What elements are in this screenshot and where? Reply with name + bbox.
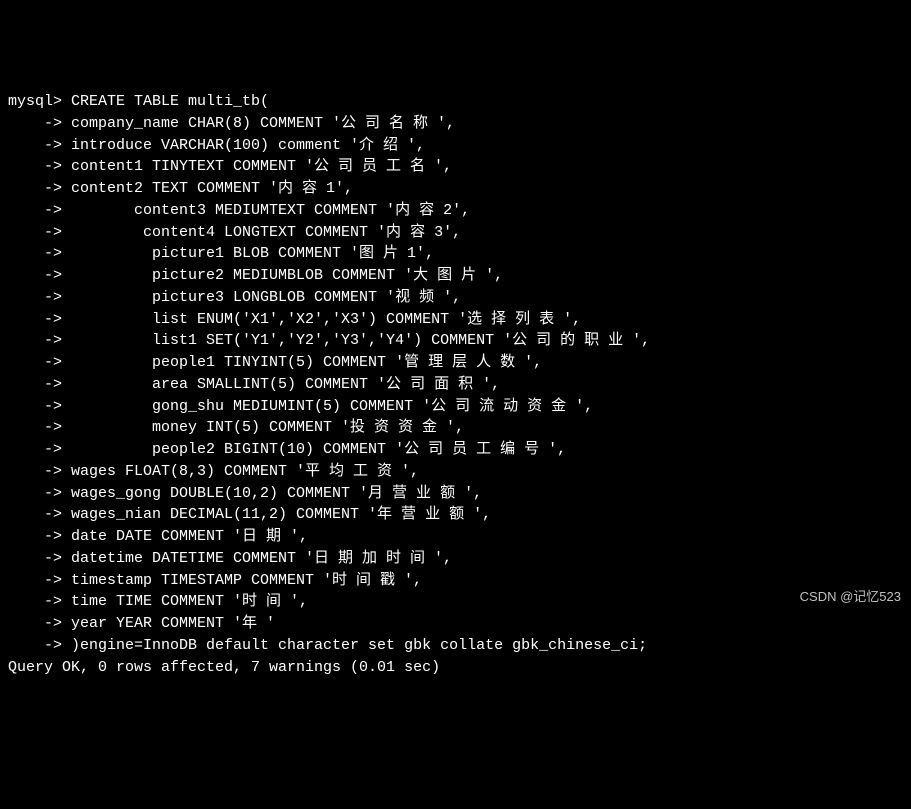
terminal-line: -> content4 LONGTEXT COMMENT '内 容 3', — [8, 222, 903, 244]
terminal-line: -> datetime DATETIME COMMENT '日 期 加 时 间 … — [8, 548, 903, 570]
terminal-line: -> picture3 LONGBLOB COMMENT '视 频 ', — [8, 287, 903, 309]
terminal-line: -> gong_shu MEDIUMINT(5) COMMENT '公 司 流 … — [8, 396, 903, 418]
terminal-line: -> content1 TINYTEXT COMMENT '公 司 员 工 名 … — [8, 156, 903, 178]
terminal-line: -> wages_gong DOUBLE(10,2) COMMENT '月 营 … — [8, 483, 903, 505]
terminal-line: -> year YEAR COMMENT '年 ' — [8, 613, 903, 635]
terminal-line: -> wages FLOAT(8,3) COMMENT '平 均 工 资 ', — [8, 461, 903, 483]
terminal-line: -> )engine=InnoDB default character set … — [8, 635, 903, 657]
watermark-text: CSDN @记忆523 — [800, 588, 901, 607]
terminal-line: -> timestamp TIMESTAMP COMMENT '时 间 戳 ', — [8, 570, 903, 592]
terminal-line: -> people1 TINYINT(5) COMMENT '管 理 层 人 数… — [8, 352, 903, 374]
terminal-output: mysql> CREATE TABLE multi_tb( -> company… — [8, 91, 903, 678]
terminal-line: -> time TIME COMMENT '时 间 ', — [8, 591, 903, 613]
terminal-line: -> picture2 MEDIUMBLOB COMMENT '大 图 片 ', — [8, 265, 903, 287]
terminal-line: -> list ENUM('X1','X2','X3') COMMENT '选 … — [8, 309, 903, 331]
terminal-line: -> picture1 BLOB COMMENT '图 片 1', — [8, 243, 903, 265]
terminal-line: -> date DATE COMMENT '日 期 ', — [8, 526, 903, 548]
terminal-line: -> content3 MEDIUMTEXT COMMENT '内 容 2', — [8, 200, 903, 222]
terminal-line: -> company_name CHAR(8) COMMENT '公 司 名 称… — [8, 113, 903, 135]
terminal-line: -> area SMALLINT(5) COMMENT '公 司 面 积 ', — [8, 374, 903, 396]
terminal-line: mysql> CREATE TABLE multi_tb( — [8, 91, 903, 113]
terminal-line: -> list1 SET('Y1','Y2','Y3','Y4') COMMEN… — [8, 330, 903, 352]
terminal-line: -> content2 TEXT COMMENT '内 容 1', — [8, 178, 903, 200]
query-result: Query OK, 0 rows affected, 7 warnings (0… — [8, 657, 903, 679]
terminal-line: -> introduce VARCHAR(100) comment '介 绍 '… — [8, 135, 903, 157]
terminal-line: -> wages_nian DECIMAL(11,2) COMMENT '年 营… — [8, 504, 903, 526]
terminal-line: -> people2 BIGINT(10) COMMENT '公 司 员 工 编… — [8, 439, 903, 461]
terminal-line: -> money INT(5) COMMENT '投 资 资 金 ', — [8, 417, 903, 439]
